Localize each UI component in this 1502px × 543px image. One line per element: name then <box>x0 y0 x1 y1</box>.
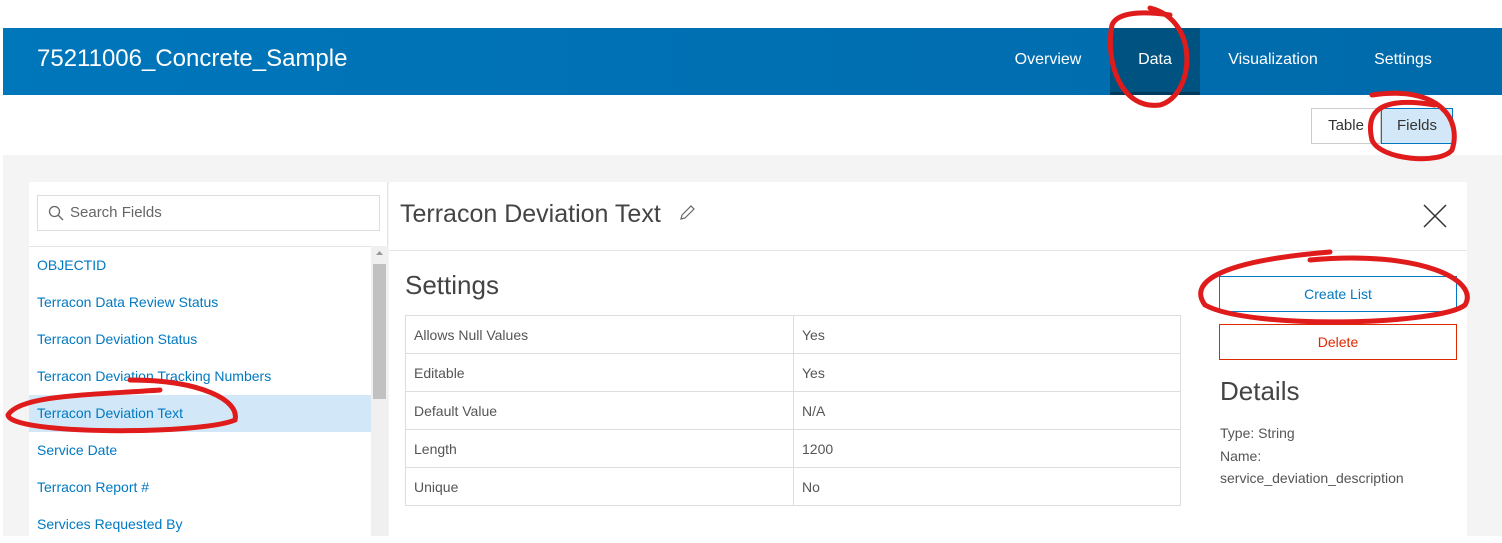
tab-settings[interactable]: Settings <box>1358 28 1448 95</box>
setting-value: N/A <box>793 391 1181 430</box>
settings-row: Allows Null Values Yes <box>405 315 1181 354</box>
scrollbar[interactable] <box>371 246 388 536</box>
scrollbar-thumb[interactable] <box>373 264 386 399</box>
search-icon <box>48 205 64 221</box>
tab-overview[interactable]: Overview <box>998 28 1098 95</box>
table-view-button[interactable]: Table <box>1311 108 1381 144</box>
settings-row: Editable Yes <box>405 353 1181 392</box>
setting-label: Default Value <box>405 391 794 430</box>
app-header: 75211006_Concrete_Sample Overview Data V… <box>3 28 1502 95</box>
close-icon[interactable] <box>1423 204 1447 228</box>
search-placeholder: Search Fields <box>70 204 162 221</box>
list-item[interactable]: Terracon Report # <box>29 469 371 506</box>
setting-label: Editable <box>405 353 794 392</box>
field-title: Terracon Deviation Text <box>400 200 696 229</box>
settings-row: Default Value N/A <box>405 391 1181 430</box>
list-item[interactable]: OBJECTID <box>29 247 371 284</box>
setting-value: Yes <box>793 315 1181 354</box>
settings-row: Length 1200 <box>405 429 1181 468</box>
field-detail-panel: Terracon Deviation Text Settings Allows … <box>389 182 1467 536</box>
list-item[interactable]: Terracon Deviation Tracking Numbers <box>29 358 371 395</box>
scroll-up-icon[interactable] <box>371 246 388 260</box>
create-list-button[interactable]: Create List <box>1219 276 1457 312</box>
setting-label: Allows Null Values <box>405 315 794 354</box>
fields-sidebar: Search Fields OBJECTID Terracon Data Rev… <box>29 182 388 536</box>
list-item[interactable]: Services Requested By <box>29 506 371 543</box>
pencil-icon[interactable] <box>678 204 696 222</box>
list-item[interactable]: Terracon Data Review Status <box>29 284 371 321</box>
tab-data[interactable]: Data <box>1110 28 1200 95</box>
settings-heading: Settings <box>405 270 499 300</box>
setting-value: No <box>793 467 1181 506</box>
list-item-selected[interactable]: Terracon Deviation Text <box>29 395 371 432</box>
tab-visualization[interactable]: Visualization <box>1213 28 1333 95</box>
settings-row: Unique No <box>405 467 1181 506</box>
delete-button[interactable]: Delete <box>1219 324 1457 360</box>
app-title: 75211006_Concrete_Sample <box>37 45 348 72</box>
field-name-label: Name: <box>1220 448 1262 464</box>
fields-view-button[interactable]: Fields <box>1381 108 1453 144</box>
list-item[interactable]: Service Date <box>29 432 371 469</box>
setting-label: Length <box>405 429 794 468</box>
field-name-value: service_deviation_description <box>1220 470 1404 486</box>
field-type: Type: String <box>1220 425 1295 441</box>
divider <box>389 250 1467 251</box>
details-heading: Details <box>1220 376 1300 406</box>
search-input[interactable]: Search Fields <box>37 195 380 231</box>
settings-table: Allows Null Values Yes Editable Yes Default … <box>405 315 1181 506</box>
list-item[interactable]: Terracon Deviation Status <box>29 321 371 358</box>
setting-value: Yes <box>793 353 1181 392</box>
setting-label: Unique <box>405 467 794 506</box>
field-title-text: Terracon Deviation Text <box>400 200 661 228</box>
setting-value: 1200 <box>793 429 1181 468</box>
field-list: OBJECTID Terracon Data Review Status Ter… <box>29 246 371 543</box>
